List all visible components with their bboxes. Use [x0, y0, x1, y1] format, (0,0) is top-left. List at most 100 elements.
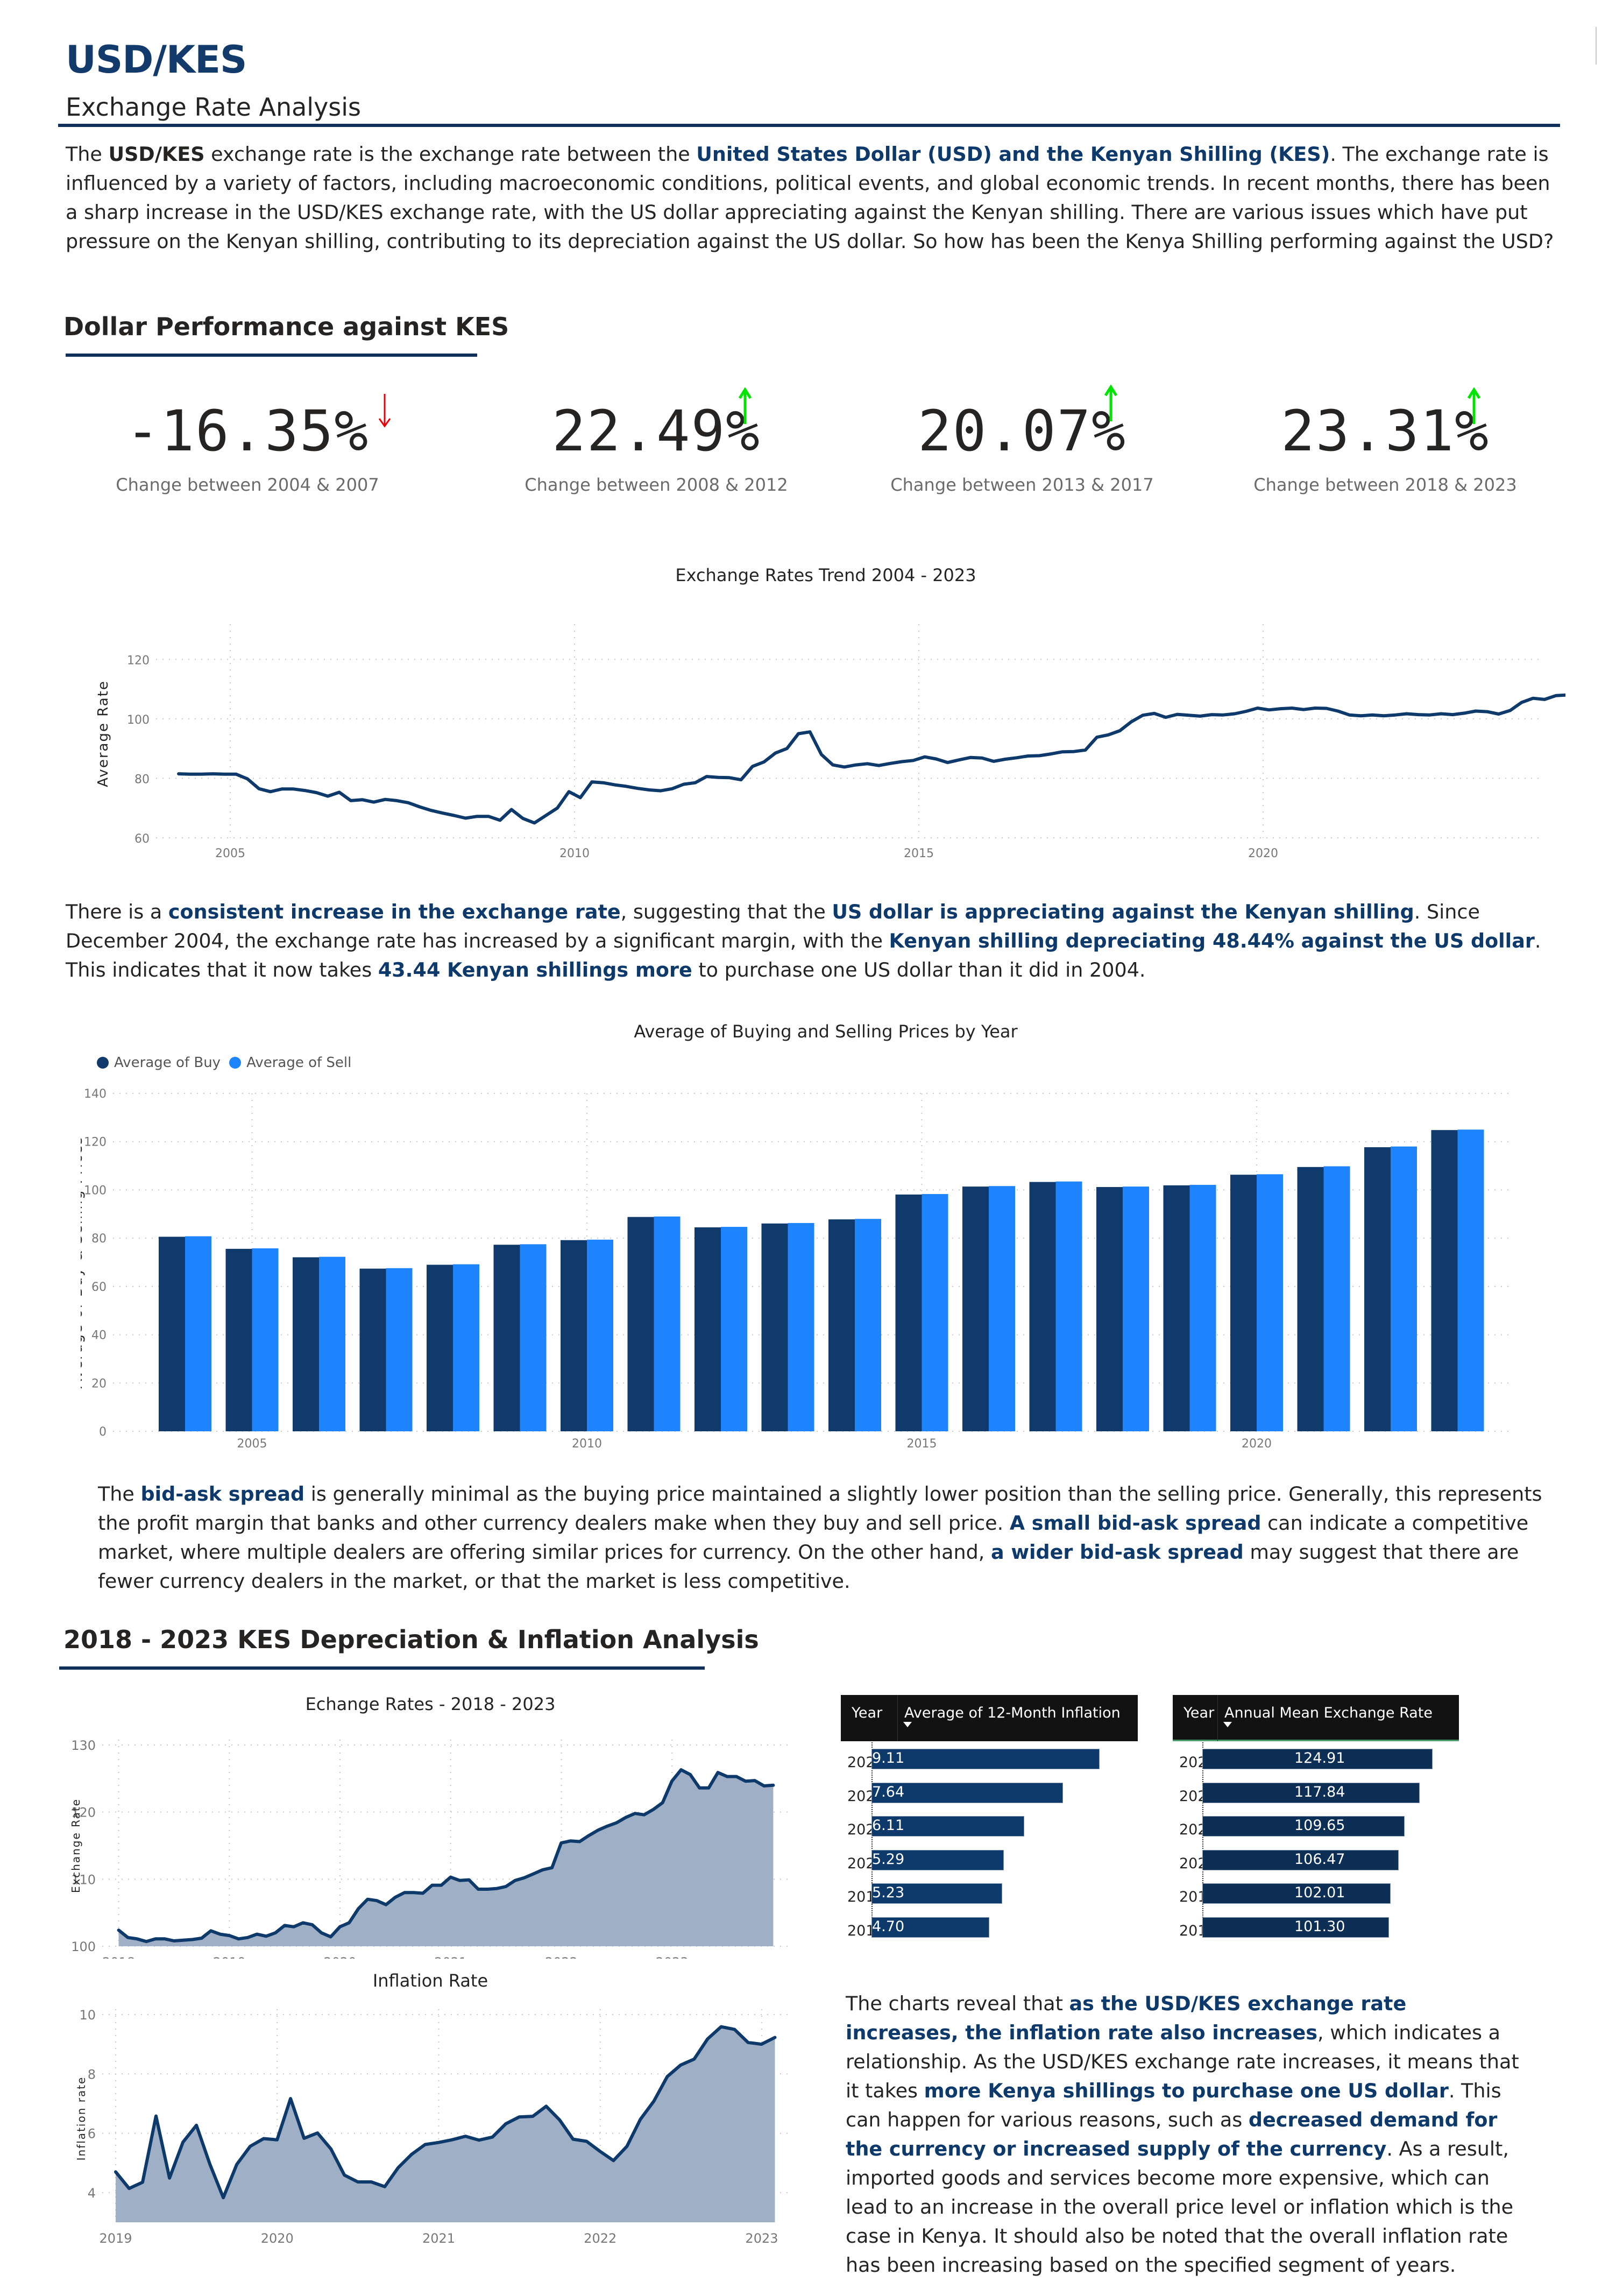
bar-sell — [587, 1239, 613, 1431]
table-header: Year Annual Mean Exchange Rate — [1173, 1695, 1459, 1741]
bar-sell — [453, 1264, 479, 1431]
table-row[interactable]: 2019 102.01 — [1173, 1883, 1459, 1917]
x-tick-label: 2022 — [584, 2231, 616, 2246]
column-header-value[interactable]: Annual Mean Exchange Rate — [1224, 1705, 1433, 1721]
bar-buy — [561, 1240, 587, 1431]
y-tick-label: 8 — [88, 2067, 96, 2082]
column-header-year[interactable]: Year — [1173, 1695, 1218, 1741]
bar-buy — [293, 1257, 319, 1431]
sort-descending-icon[interactable] — [1223, 1722, 1232, 1727]
y-axis-label: Average Rate — [95, 680, 111, 787]
data-bar: 6.11 — [871, 1816, 1025, 1836]
kpi-label: Change between 2004 & 2007 — [116, 475, 379, 495]
arrow-down-icon — [378, 394, 391, 428]
kpi-value: 20.07% — [918, 398, 1126, 464]
table-row[interactable]: 2020 106.47 — [1173, 1849, 1459, 1883]
data-bar: 5.29 — [871, 1849, 1004, 1870]
table-row[interactable]: 2023 124.91 — [1173, 1749, 1459, 1782]
kpi-card: 22.49% Change between 2008 & 2012 — [495, 387, 818, 495]
inflation-paragraph: The charts reveal that as the USD/KES ex… — [846, 1989, 1523, 2280]
highlight-span: A small bid-ask spread — [1009, 1511, 1261, 1535]
intro-paragraph: The USD/KES exchange rate is the exchang… — [66, 140, 1561, 256]
bar-sell — [1257, 1174, 1283, 1431]
legend-label-buy: Average of Buy — [114, 1055, 221, 1071]
bar-sell — [1055, 1181, 1082, 1431]
data-bar: 109.65 — [1202, 1816, 1405, 1836]
bar-buy — [962, 1186, 989, 1431]
highlight-span: Kenyan shilling depreciating 48.44% agai… — [889, 929, 1535, 952]
bar-buy — [1297, 1167, 1324, 1431]
table-cell-value: 4.70 — [872, 1918, 905, 1935]
table-row[interactable]: 2022 117.84 — [1173, 1782, 1459, 1816]
table-row[interactable]: 2022 7.64 — [841, 1782, 1138, 1816]
data-bar: 117.84 — [1202, 1782, 1420, 1803]
inflation-area-chart: 4 6 8 10 2019 2020 2021 2022 2023 Inflation rate — [75, 2008, 788, 2246]
exchange-rate-table: Year Annual Mean Exchange Rate 2023 124.91 2… — [1173, 1695, 1469, 1939]
kpi-card: 23.31% Change between 2018 & 2023 — [1224, 387, 1547, 495]
highlight-span: 43.44 Kenyan shillings more — [378, 958, 692, 981]
column-header-year[interactable]: Year — [841, 1695, 898, 1741]
section-divider — [66, 354, 477, 357]
x-tick-label: 2021 — [422, 2231, 455, 2246]
trend-line-chart: 60 80 100 120 2005 2010 2015 2020 Average Rate — [95, 624, 1565, 860]
table-cell-value: 7.64 — [872, 1783, 905, 1800]
y-tick-label: 100 — [71, 1939, 96, 1954]
bar-sell — [989, 1186, 1015, 1431]
table-row[interactable]: 2021 6.11 — [841, 1816, 1138, 1849]
section-divider — [59, 1666, 705, 1670]
bar-sell — [855, 1219, 881, 1431]
x-tick-label: 2010 — [559, 847, 590, 860]
sort-descending-icon[interactable] — [903, 1722, 912, 1727]
y-tick-label: 100 — [127, 713, 150, 727]
table-cell-value: 124.91 — [1294, 1750, 1345, 1767]
y-tick-label: 6 — [88, 2127, 96, 2142]
legend-dot-buy — [97, 1057, 109, 1069]
bar-buy — [627, 1217, 654, 1431]
bar-sell — [386, 1268, 413, 1431]
kpi-value: 22.49% — [552, 398, 761, 464]
inflation-table: Year Average of 12-Month Inflation 2023 9.1… — [841, 1695, 1147, 1939]
x-tick-label: 2019 — [213, 1955, 246, 1959]
x-tick-label: 2010 — [572, 1437, 602, 1451]
bar-sell — [1189, 1185, 1216, 1431]
table-cell-value: 5.29 — [872, 1850, 905, 1868]
table-row[interactable]: 2023 9.11 — [841, 1749, 1138, 1782]
table-row[interactable]: 2018 101.30 — [1173, 1917, 1459, 1951]
table-cell-value: 6.11 — [872, 1817, 905, 1834]
text-span: exchange rate is the exchange rate betwe… — [204, 143, 697, 166]
y-tick-label: 20 — [91, 1377, 107, 1390]
bar-buy — [1096, 1187, 1123, 1431]
bar-buy — [1029, 1182, 1056, 1431]
table-row[interactable]: 2019 5.23 — [841, 1883, 1138, 1917]
y-tick-label: 120 — [127, 654, 150, 667]
table-row[interactable]: 2021 109.65 — [1173, 1816, 1459, 1849]
table-cell-value: 102.01 — [1294, 1884, 1345, 1901]
y-axis-label: Exchange Rate — [69, 1798, 82, 1893]
table-cell-value: 117.84 — [1294, 1783, 1345, 1800]
bar-sell — [1323, 1166, 1350, 1431]
kpi-card: 20.07% Change between 2013 & 2017 — [861, 385, 1183, 495]
section-title-depreciation-inflation: 2018 - 2023 KES Depreciation & Inflation… — [63, 1625, 759, 1654]
bar-buy — [828, 1219, 855, 1431]
y-tick-label: 4 — [88, 2186, 96, 2201]
data-bar: 124.91 — [1202, 1749, 1433, 1769]
highlight-span: United States Dollar (USD) and the Kenya… — [696, 143, 1330, 166]
bar-buy — [1364, 1147, 1391, 1431]
y-tick-label: 40 — [91, 1329, 107, 1343]
chart-title-buy-sell: Average of Buying and Selling Prices by … — [634, 1021, 1018, 1042]
bar-buy — [159, 1237, 185, 1431]
data-bar: 101.30 — [1202, 1917, 1390, 1938]
table-row[interactable]: 2018 4.70 — [841, 1917, 1138, 1951]
bar-sell — [721, 1227, 747, 1431]
column-header-value[interactable]: Average of 12-Month Inflation — [904, 1705, 1121, 1721]
data-bar: 5.23 — [871, 1883, 1003, 1904]
y-tick-label: 80 — [134, 773, 150, 786]
bar-buy — [761, 1223, 788, 1431]
bar-sell — [1123, 1186, 1149, 1431]
table-row[interactable]: 2020 5.29 — [841, 1849, 1138, 1883]
bar-sell — [922, 1194, 948, 1431]
legend-label-sell: Average of Sell — [246, 1055, 352, 1071]
x-tick-label: 2020 — [1242, 1437, 1272, 1451]
bar-sell — [252, 1248, 279, 1431]
table-header: Year Average of 12-Month Inflation — [841, 1695, 1138, 1741]
